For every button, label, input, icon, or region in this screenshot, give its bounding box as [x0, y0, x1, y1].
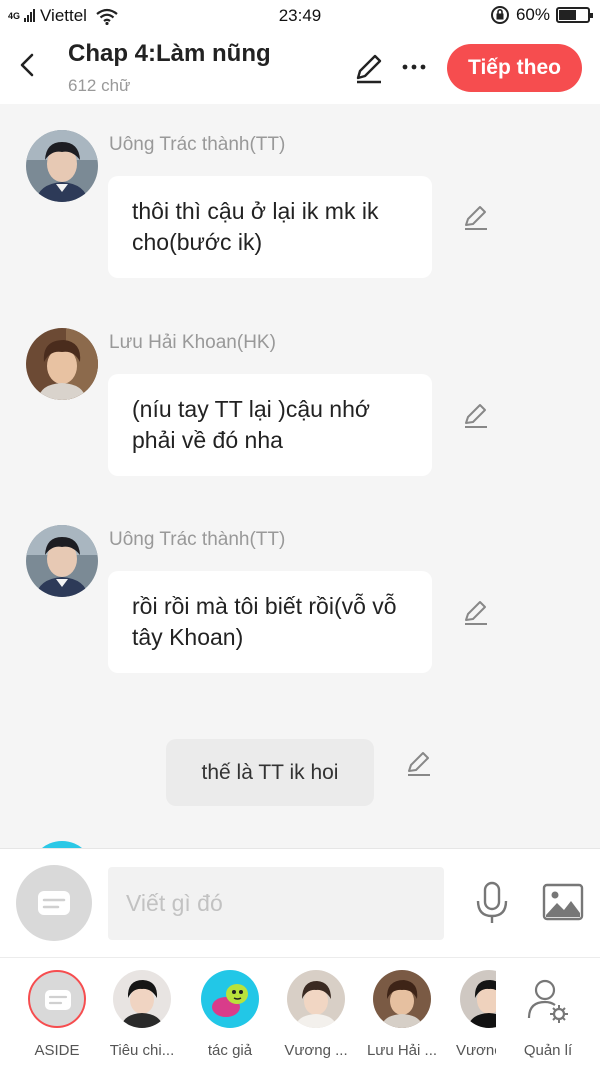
more-options-button[interactable]	[398, 54, 430, 82]
sender-name: Uông Trác thành(TT)	[109, 134, 286, 155]
chapter-title: Chap 4:Làm nũng	[68, 40, 271, 67]
avatar[interactable]	[26, 130, 98, 202]
sender-name: Uông Trác thành(TT)	[109, 529, 286, 550]
avatar	[460, 970, 496, 1028]
chapter-header: Chap 4:Làm nũng 612 chữ Tiếp theo	[0, 32, 600, 104]
edit-message-button[interactable]	[462, 204, 490, 232]
avatar[interactable]	[26, 525, 98, 597]
message-bubble[interactable]: thôi thì cậu ở lại ik mk ik cho(bước ik)	[108, 176, 432, 278]
avatar	[113, 970, 171, 1028]
manage-label: Quản lí	[523, 1042, 573, 1059]
pencil-icon	[408, 752, 430, 776]
character-label: Lưu Hải ...	[366, 1042, 438, 1059]
compose-bar	[0, 848, 600, 957]
battery-percent: 60%	[515, 5, 550, 24]
next-button[interactable]: Tiếp theo	[447, 44, 582, 92]
character-item[interactable]: Vương ...	[276, 970, 356, 1059]
character-label: tác giả	[207, 1042, 253, 1059]
message-icon	[38, 891, 70, 915]
pencil-icon	[465, 404, 487, 428]
edit-message-button[interactable]	[462, 599, 490, 627]
message-icon	[45, 990, 71, 1010]
manage-button[interactable]: Quản lí	[508, 970, 588, 1059]
message-input[interactable]	[108, 867, 444, 940]
back-button[interactable]	[12, 50, 42, 80]
pencil-icon	[465, 206, 487, 230]
aside-toggle-button[interactable]	[16, 865, 92, 941]
image-icon	[542, 883, 584, 921]
chevron-left-icon	[20, 53, 34, 77]
battery-icon	[556, 7, 593, 23]
image-button[interactable]	[542, 883, 584, 921]
status-bar: 4G Viettel 23:49 60%	[0, 0, 600, 32]
character-item[interactable]: Lưu Hải ...	[362, 970, 442, 1059]
avatar	[373, 970, 431, 1028]
character-aside[interactable]: ASIDE	[17, 970, 97, 1059]
voice-button[interactable]	[474, 881, 510, 925]
character-item[interactable]: Tiêu chi...	[102, 970, 182, 1059]
edit-narration-button[interactable]	[405, 750, 433, 778]
sender-name: Lưu Hải Khoan(HK)	[109, 332, 276, 353]
word-count: 612 chữ	[68, 76, 131, 95]
more-horizontal-icon	[402, 64, 426, 70]
avatar	[201, 970, 259, 1028]
character-bar: ASIDE Tiêu chi... tác giả Vương ... Lưu …	[0, 957, 600, 1067]
avatar	[287, 970, 345, 1028]
character-label: Tiêu chi...	[109, 1042, 175, 1059]
character-item[interactable]: tác giả	[190, 970, 270, 1059]
pencil-icon	[356, 54, 382, 84]
pencil-icon	[465, 601, 487, 625]
partial-avatar	[30, 841, 94, 848]
character-item[interactable]: Vươnç	[448, 970, 496, 1059]
rotation-lock-icon	[490, 6, 509, 24]
user-settings-icon	[527, 979, 568, 1023]
character-label: Vươnç	[456, 1042, 496, 1059]
microphone-icon	[476, 881, 508, 923]
message-bubble[interactable]: rồi rồi mà tôi biết rồi(vỗ vỗ tây Khoan)	[108, 571, 432, 673]
character-label: Vương ...	[284, 1042, 348, 1059]
avatar[interactable]	[26, 328, 98, 400]
message-bubble[interactable]: (níu tay TT lại )cậu nhớ phải về đó nha	[108, 374, 432, 476]
narration-bubble[interactable]: thế là TT ik hoi	[166, 739, 374, 806]
edit-title-button[interactable]	[352, 52, 386, 86]
edit-message-button[interactable]	[462, 402, 490, 430]
character-label: ASIDE	[34, 1042, 80, 1059]
chat-area[interactable]: Uông Trác thành(TT) thôi thì cậu ở lại i…	[0, 104, 600, 848]
